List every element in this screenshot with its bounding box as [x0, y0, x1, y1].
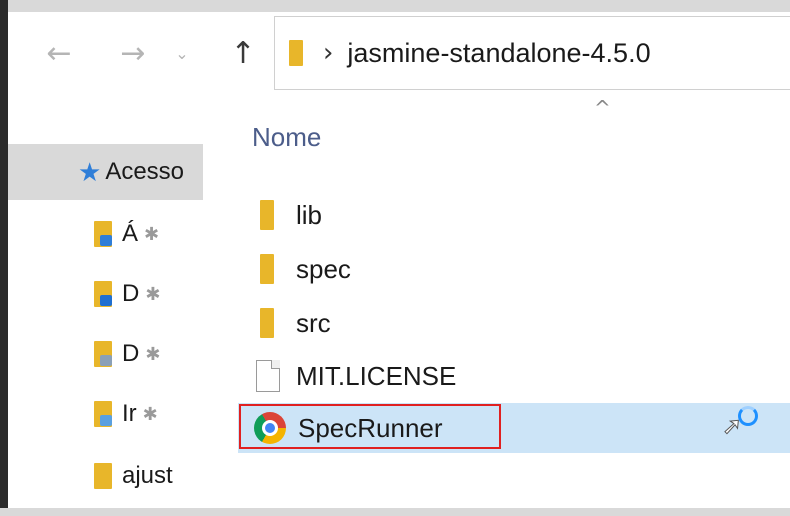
folder-icon: [260, 254, 274, 284]
recent-locations-button[interactable]: ⌄: [170, 30, 194, 76]
desktop-badge-icon: [100, 235, 112, 246]
nav-item-pinned-3[interactable]: D ✱: [8, 326, 203, 382]
file-row-spec[interactable]: spec: [238, 244, 790, 294]
nav-item-label: Á: [122, 220, 139, 247]
folder-icon: [289, 40, 303, 66]
nav-item-quick-access[interactable]: ★ Acesso: [8, 144, 203, 200]
up-one-level-button[interactable]: ↑: [220, 30, 266, 76]
document-icon: [256, 360, 280, 392]
back-button[interactable]: ←: [36, 30, 82, 76]
breadcrumb-current-folder[interactable]: jasmine-standalone-4.5.0: [347, 38, 650, 69]
nav-item-label: D: [122, 340, 140, 367]
nav-item-label: ajust: [122, 462, 173, 489]
window-bottom-edge: [0, 508, 790, 516]
documents-badge-icon: [100, 355, 112, 366]
pin-icon: ✱: [144, 223, 160, 244]
nav-item-label: Acesso: [105, 158, 185, 185]
pin-icon: ✱: [145, 283, 161, 304]
window-top-edge: [0, 0, 790, 12]
folder-icon: [260, 308, 274, 338]
star-icon: ★: [78, 156, 102, 187]
nav-item-pinned-1[interactable]: Á ✱: [8, 206, 203, 262]
forward-button[interactable]: →: [110, 30, 156, 76]
nav-item-folder[interactable]: ajust: [8, 448, 203, 504]
breadcrumb-separator-icon[interactable]: ›: [323, 38, 333, 68]
folder-icon: [94, 341, 112, 367]
column-header-name[interactable]: Nome: [252, 122, 321, 153]
nav-item-label: Ir: [122, 400, 137, 427]
folder-icon: [94, 281, 112, 307]
file-row-lib[interactable]: lib: [238, 190, 790, 240]
busy-cursor-icon: ➚: [720, 406, 764, 450]
sort-ascending-icon: ^: [594, 96, 611, 120]
arrow-right-icon: →: [120, 35, 146, 71]
arrow-up-icon: ↑: [230, 35, 256, 71]
file-name: src: [296, 307, 331, 338]
pin-icon: ✱: [142, 403, 158, 424]
navigation-pane: ★ Acesso Á ✱ D ✱ D ✱ Ir ✱ ajust: [8, 96, 203, 508]
file-row-src[interactable]: src: [238, 298, 790, 348]
address-bar[interactable]: › jasmine-standalone-4.5.0: [274, 16, 790, 90]
folder-icon: [94, 401, 112, 427]
folder-icon: [94, 221, 112, 247]
chevron-down-icon: ⌄: [175, 43, 189, 63]
file-name: lib: [296, 199, 323, 230]
file-name: MIT.LICENSE: [296, 360, 457, 391]
folder-icon: [260, 200, 274, 230]
pictures-badge-icon: [100, 415, 112, 426]
window-left-edge: [0, 0, 8, 516]
pin-icon: ✱: [145, 343, 161, 364]
nav-item-pinned-2[interactable]: D ✱: [8, 266, 203, 322]
annotation-highlight-box: [239, 404, 501, 449]
arrow-left-icon: ←: [46, 35, 72, 71]
file-row-mit-license[interactable]: MIT.LICENSE: [238, 351, 790, 401]
nav-item-pinned-4[interactable]: Ir ✱: [8, 386, 203, 442]
nav-item-label: D: [122, 280, 140, 307]
download-badge-icon: [100, 295, 112, 306]
folder-icon: [94, 463, 112, 489]
file-name: spec: [296, 253, 351, 284]
